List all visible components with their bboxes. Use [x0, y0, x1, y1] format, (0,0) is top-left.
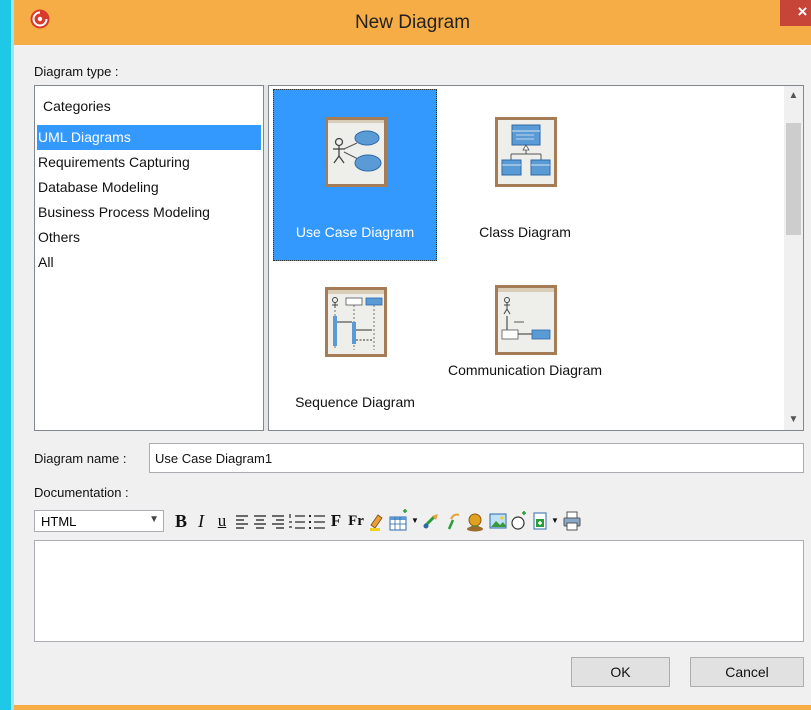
- insert-table-icon[interactable]: [388, 509, 410, 533]
- format-select-value: HTML: [41, 514, 77, 529]
- diagram-type-label: Communication Diagram: [447, 362, 603, 378]
- bullet-list-icon[interactable]: [308, 509, 326, 533]
- categories-list: UML Diagrams Requirements Capturing Data…: [37, 125, 261, 275]
- diagram-type-class[interactable]: Class Diagram: [443, 89, 607, 261]
- scroll-up-icon[interactable]: ▲: [784, 86, 803, 106]
- category-item-database-modeling[interactable]: Database Modeling: [37, 175, 261, 200]
- ok-button[interactable]: OK: [571, 657, 670, 687]
- communication-diagram-icon: [495, 285, 557, 355]
- documentation-label: Documentation :: [34, 485, 129, 500]
- scroll-down-icon[interactable]: ▼: [784, 410, 803, 430]
- align-right-icon[interactable]: [270, 509, 286, 533]
- diagram-type-sequence[interactable]: Sequence Diagram: [273, 259, 437, 431]
- categories-panel: Categories UML Diagrams Requirements Cap…: [34, 85, 264, 431]
- font-size-icon[interactable]: Fr: [346, 509, 366, 533]
- category-item-uml-diagrams[interactable]: UML Diagrams: [37, 125, 261, 150]
- font-icon[interactable]: F: [328, 509, 344, 533]
- diagram-type-communication[interactable]: Communication Diagram: [443, 259, 607, 431]
- italic-icon[interactable]: I: [192, 509, 210, 533]
- documentation-editor[interactable]: [34, 540, 804, 642]
- documentation-toolbar: HTML ▼ B I u F Fr ▼ ▼: [34, 508, 804, 534]
- insert-reference-icon[interactable]: [464, 509, 486, 533]
- diagram-name-label: Diagram name :: [34, 451, 127, 466]
- chevron-down-icon: ▼: [149, 514, 159, 525]
- sequence-diagram-icon: [325, 287, 387, 357]
- insert-file-dropdown-icon[interactable]: ▼: [551, 509, 559, 533]
- numbered-list-icon[interactable]: [288, 509, 306, 533]
- categories-header: Categories: [43, 98, 111, 114]
- insert-file-icon[interactable]: [530, 509, 550, 533]
- window-title: New Diagram: [354, 12, 471, 33]
- title-bar[interactable]: New Diagram ×: [14, 0, 811, 45]
- bold-icon[interactable]: B: [172, 509, 190, 533]
- diagram-types-panel: Use Case Diagram Class Diagram Sequence …: [268, 85, 804, 431]
- new-diagram-dialog: New Diagram × Diagram type : Categories …: [0, 0, 811, 710]
- diagram-type-label: Use Case Diagram: [295, 224, 415, 240]
- diagram-type-label: Diagram type :: [34, 64, 119, 79]
- align-center-icon[interactable]: [252, 509, 268, 533]
- diagram-types-scrollbar[interactable]: ▲ ▼: [784, 86, 803, 430]
- close-button[interactable]: ×: [780, 0, 811, 26]
- category-item-business-process-modeling[interactable]: Business Process Modeling: [37, 200, 261, 225]
- insert-shape-icon[interactable]: [510, 509, 528, 533]
- link-icon[interactable]: [422, 509, 442, 533]
- underline-icon[interactable]: u: [212, 509, 232, 533]
- category-item-requirements-capturing[interactable]: Requirements Capturing: [37, 150, 261, 175]
- scrollbar-thumb[interactable]: [786, 123, 801, 235]
- window-bottom-border: [14, 705, 811, 710]
- insert-table-dropdown-icon[interactable]: ▼: [411, 509, 419, 533]
- cancel-button[interactable]: Cancel: [690, 657, 804, 687]
- diagram-type-use-case[interactable]: Use Case Diagram: [273, 89, 437, 261]
- insert-image-icon[interactable]: [488, 509, 508, 533]
- highlight-icon[interactable]: [368, 509, 386, 533]
- close-icon: ×: [797, 2, 808, 21]
- class-diagram-icon: [495, 117, 557, 187]
- category-item-all[interactable]: All: [37, 250, 261, 275]
- diagram-type-label: Sequence Diagram: [295, 394, 415, 410]
- unlink-icon[interactable]: [444, 509, 462, 533]
- diagram-name-input[interactable]: [149, 443, 804, 473]
- print-icon[interactable]: [562, 509, 582, 533]
- dialog-content: Diagram type : Categories UML Diagrams R…: [14, 45, 811, 705]
- diagram-type-label: Class Diagram: [479, 224, 571, 240]
- use-case-diagram-icon: [325, 117, 387, 187]
- align-left-icon[interactable]: [234, 509, 250, 533]
- category-item-others[interactable]: Others: [37, 225, 261, 250]
- format-select[interactable]: HTML ▼: [34, 510, 164, 532]
